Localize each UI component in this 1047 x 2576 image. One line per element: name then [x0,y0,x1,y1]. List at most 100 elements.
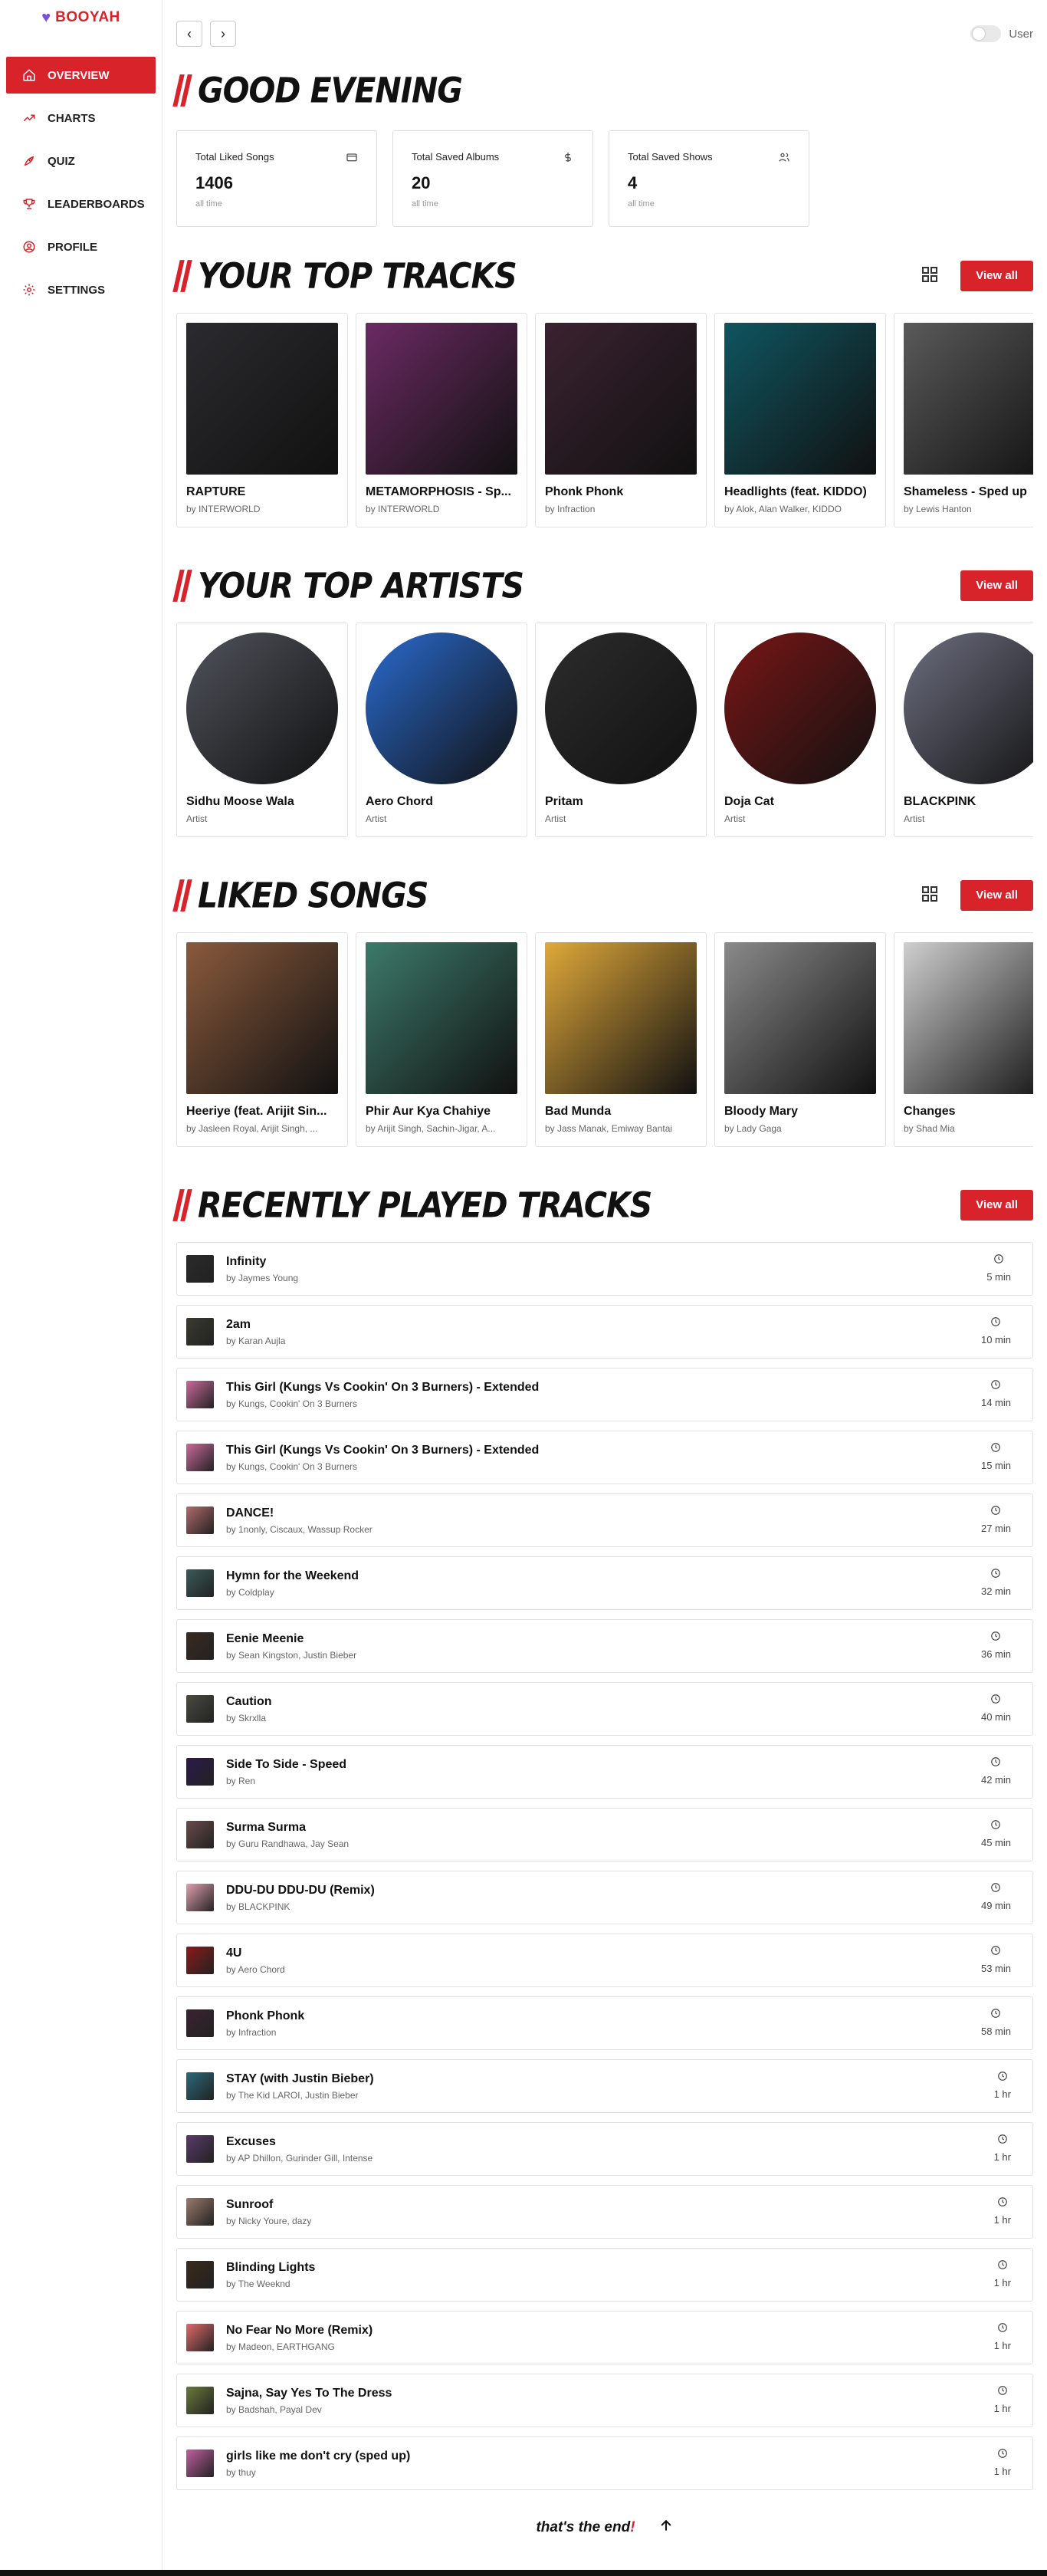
track-card[interactable]: METAMORPHOSIS - Sp... by INTERWORLD [356,313,527,527]
title-accent-bars [172,879,192,912]
cover-image [545,942,697,1094]
card-title: Doja Cat [724,795,774,808]
recent-track-row[interactable]: DANCE! by 1nonly, Ciscaux, Wassup Rocker 2… [176,1493,1033,1547]
recent-track-row[interactable]: Hymn for the Weekend by Coldplay 32 min [176,1556,1033,1610]
track-card[interactable]: Phonk Phonk by Infraction [535,313,707,527]
track-info: Infinity by Jaymes Young [226,1255,298,1283]
sidebar-item-profile[interactable]: PROFILE [6,228,156,265]
greeting-text: GOOD EVENING [198,70,463,111]
track-title: Sunroof [226,2197,274,2211]
recent-track-row[interactable]: This Girl (Kungs Vs Cookin' On 3 Burners… [176,1368,1033,1421]
clock-icon [981,1442,1011,1457]
card-title: METAMORPHOSIS - Sp... [366,485,511,498]
recent-track-row[interactable]: Sunroof by Nicky Youre, dazy 1 hr [176,2185,1033,2239]
view-all-button[interactable]: View all [960,261,1033,291]
recent-track-row[interactable]: Blinding Lights by The Weeknd 1 hr [176,2248,1033,2302]
liked-song-card[interactable]: Phir Aur Kya Chahiye by Arijit Singh, Sac… [356,932,527,1147]
liked-song-card[interactable]: Bad Munda by Jass Manak, Emiway Bantai [535,932,707,1147]
artist-card[interactable]: Pritam Artist [535,623,707,837]
artist-card[interactable]: Sidhu Moose Wala Artist [176,623,348,837]
stat-card: Total Saved Shows 4 all time [609,130,809,227]
logo-text: BOOYAH [55,9,120,25]
title-accent-bars [172,260,192,292]
clock-icon [994,2259,1011,2274]
view-all-button[interactable]: View all [960,1190,1033,1221]
cover-image [545,323,697,475]
track-artists: by Skrxlla [226,1712,267,1723]
end-exclamation: ! [630,2519,635,2535]
back-button[interactable]: ‹ [176,21,202,47]
main-content: ‹ › User GOOD EVENING Total Liked Songs 1… [172,0,1033,2538]
recent-track-row[interactable]: Excuses by AP Dhillon, Gurinder Gill, Int… [176,2122,1033,2176]
liked-song-card[interactable]: Changes by Shad Mia [894,932,1033,1147]
sidebar-item-label: CHARTS [48,111,96,125]
view-all-button[interactable]: View all [960,570,1033,601]
recent-track-row[interactable]: 4U by Aero Chord 53 min [176,1934,1033,1987]
track-card[interactable]: Shameless - Sped up by Lewis Hanton [894,313,1033,527]
sidebar-item-quiz[interactable]: QUIZ [6,143,156,179]
cover-image [366,323,517,475]
recent-track-row[interactable]: 2am by Karan Aujla 10 min [176,1305,1033,1359]
liked-song-card[interactable]: Bloody Mary by Lady Gaga [714,932,886,1147]
track-card[interactable]: RAPTURE by INTERWORLD [176,313,348,527]
recent-track-row[interactable]: Infinity by Jaymes Young 5 min [176,1242,1033,1296]
end-text: that's the end [536,2519,631,2535]
recent-track-row[interactable]: Caution by Skrxlla 40 min [176,1682,1033,1736]
theme-toggle[interactable] [970,25,1002,42]
sidebar-item-leaderboards[interactable]: LEADERBOARDS [6,186,156,222]
cover-image [186,323,338,475]
artist-image [904,632,1033,784]
sidebar-item-label: OVERVIEW [48,68,110,82]
recent-track-row[interactable]: Surma Surma by Guru Randhawa, Jay Sean 45 … [176,1808,1033,1861]
sidebar-item-charts[interactable]: CHARTS [6,100,156,136]
recent-actions: View all [960,1190,1033,1221]
heart-icon: ♥ [41,9,51,26]
user-label[interactable]: User [1009,28,1033,41]
recent-track-row[interactable]: Eenie Meenie by Sean Kingston, Justin Bie… [176,1619,1033,1673]
track-info: Blinding Lights by The Weeknd [226,2261,315,2289]
card-title: Aero Chord [366,795,433,808]
track-thumbnail [186,2450,214,2477]
sidebar-item-overview[interactable]: OVERVIEW [6,57,156,94]
time-ago: 1 hr [993,2277,1011,2288]
track-info: Eenie Meenie by Sean Kingston, Justin Bie… [226,1632,356,1661]
recent-track-row[interactable]: No Fear No More (Remix) by Madeon, EARTHG… [176,2311,1033,2364]
grid-view-icon[interactable] [921,885,939,907]
track-artists: by Aero Chord [226,1963,285,1975]
sidebar-nav: OVERVIEW CHARTS QUIZ LEADERBOARDS PROFILE SET… [6,57,156,314]
track-artists: by The Kid LAROI, Justin Bieber [226,2089,359,2101]
card-title: Phonk Phonk [545,485,624,498]
track-thumbnail [186,2009,214,2037]
recent-track-row[interactable]: Side To Side - Speed by Ren 42 min [176,1745,1033,1799]
card-title: Headlights (feat. KIDDO) [724,485,867,498]
liked-song-card[interactable]: Heeriye (feat. Arijit Sin... by Jasleen R… [176,932,348,1147]
recent-track-row[interactable]: Phonk Phonk by Infraction 58 min [176,1996,1033,2050]
track-card[interactable]: Headlights (feat. KIDDO) by Alok, Alan Wa… [714,313,886,527]
artist-card[interactable]: Aero Chord Artist [356,623,527,837]
time-ago: 15 min [980,1460,1011,1471]
time-ago: 58 min [980,2026,1011,2037]
forward-button[interactable]: › [210,21,236,47]
title-accent-bars [172,74,192,107]
track-thumbnail [186,1821,214,1848]
recent-track-row[interactable]: DDU-DU DDU-DU (Remix) by BLACKPINK 49 min [176,1871,1033,1924]
artist-card[interactable]: Doja Cat Artist [714,623,886,837]
grid-view-icon[interactable] [921,265,939,288]
recent-track-row[interactable]: This Girl (Kungs Vs Cookin' On 3 Burners… [176,1431,1033,1484]
top-tracks-header: YOUR TOP TRACKS View all [172,256,1033,296]
clock-icon [981,1379,1011,1394]
rocket-icon [21,153,37,169]
artist-card[interactable]: BLACKPINK Artist [894,623,1033,837]
card-title: Sidhu Moose Wala [186,795,294,808]
arrow-up-icon[interactable] [658,2518,674,2538]
track-artists: by Sean Kingston, Justin Bieber [226,1649,357,1661]
recent-track-row[interactable]: girls like me don't cry (sped up) by thuy… [176,2436,1033,2490]
view-all-button[interactable]: View all [960,880,1033,911]
recent-track-row[interactable]: Sajna, Say Yes To The Dress by Badshah, P… [176,2374,1033,2427]
track-info: Side To Side - Speed by Ren [226,1758,346,1786]
cover-image [904,942,1033,1094]
stat-label: Total Saved Albums [412,151,500,163]
recent-track-row[interactable]: STAY (with Justin Bieber) by The Kid LARO… [176,2059,1033,2113]
clock-icon [994,2448,1011,2463]
sidebar-item-settings[interactable]: SETTINGS [6,271,156,308]
